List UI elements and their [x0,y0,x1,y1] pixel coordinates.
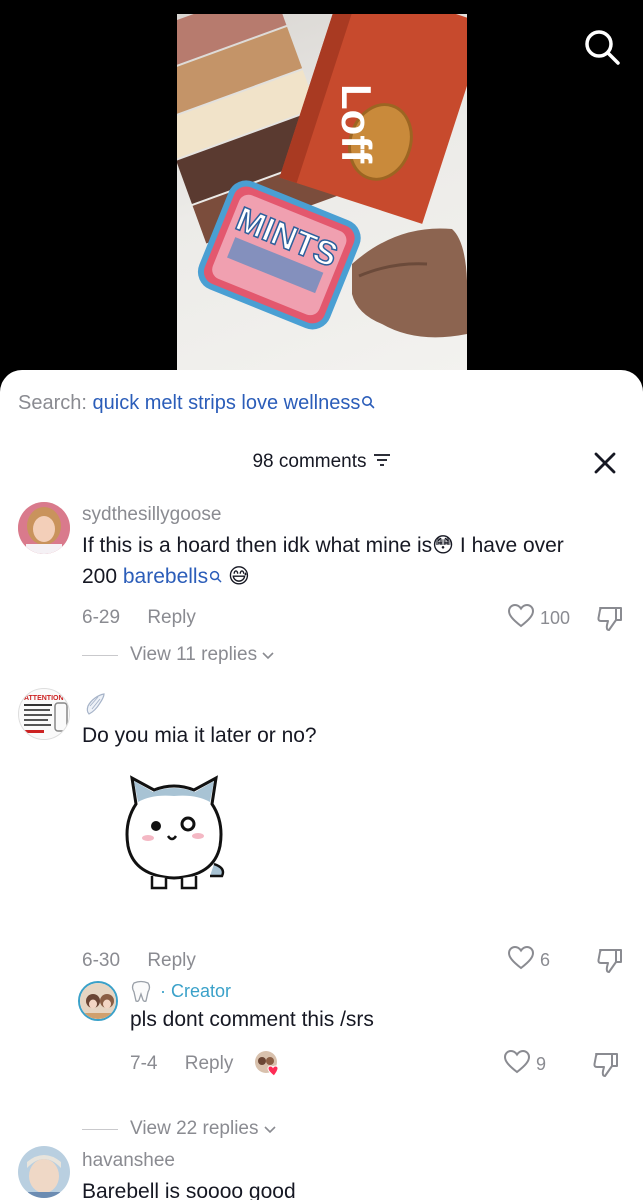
search-query-link[interactable]: quick melt strips love wellness [93,392,361,414]
video-frame[interactable]: Loff MINTS [177,14,467,374]
creator-liked-avatar [254,1050,282,1078]
comment-username[interactable]: havanshee [82,1150,175,1172]
comment-meta: 6-29 Reply [82,607,196,629]
view-replies-label: View 22 replies [130,1118,259,1139]
comment-date: 6-30 [82,950,121,971]
reply-meta: 7-4 Reply [130,1053,233,1075]
comment-username[interactable]: sydthesillygoose [82,504,221,526]
reply-button[interactable]: Reply [147,950,196,971]
search-icon [361,392,375,415]
like-button[interactable]: 6 [507,945,551,975]
search-mention-link[interactable]: barebells [123,565,208,588]
heart-icon [503,1049,531,1079]
angel-wing-icon [84,692,106,721]
search-suggestion[interactable]: Search: quick melt strips love wellness [18,392,375,415]
comment-count: 98 comments [252,451,367,472]
package-text-1: Loff [333,84,380,164]
search-prefix: Search: [18,392,87,414]
like-button[interactable]: 9 [503,1049,547,1079]
like-count: 6 [540,950,551,970]
divider [82,1128,118,1130]
avatar[interactable]: ATTENTION [18,688,70,740]
comment-meta: 6-30 Reply [82,950,196,972]
chevron-down-icon [261,644,275,666]
dislike-icon[interactable] [592,1050,620,1078]
dislike-icon[interactable] [596,946,624,974]
divider [82,654,118,656]
reply-date: 7-4 [130,1053,158,1074]
search-icon [209,561,222,592]
reply-button[interactable]: Reply [185,1053,234,1074]
avatar[interactable] [18,502,70,554]
comment-text-part: I have over [454,534,564,557]
close-icon[interactable] [592,450,618,476]
avatar[interactable] [78,981,118,1021]
heart-icon [507,945,535,975]
like-count: 100 [540,608,571,628]
comment-text: If this is a hoard then idk what mine is… [82,530,627,592]
sticker-image[interactable] [118,764,230,894]
dislike-icon[interactable] [596,604,624,632]
view-replies-button[interactable]: View 11 replies [82,644,275,666]
flushed-emoji: 😳 [432,534,455,557]
sweat-smile-emoji: 😅 [227,565,250,588]
comment-date: 6-29 [82,607,121,628]
reply-button[interactable]: Reply [147,607,196,628]
comment-text: Do you mia it later or no? [82,724,317,747]
video-thumbnail: Loff MINTS [177,14,467,338]
heart-icon [507,603,535,633]
view-replies-label: View 11 replies [130,644,258,665]
filter-icon [373,451,391,473]
comment-text-part: 200 [82,565,123,588]
reply-item: · Creator pls dont comment this /srs 7-4… [0,978,643,1108]
video-player[interactable]: Loff MINTS [0,0,643,390]
comment-text-part: If this is a hoard then idk what mine is [82,534,433,557]
like-count: 9 [536,1054,547,1074]
creator-badge: · Creator [160,981,232,1001]
like-button[interactable]: 100 [507,603,571,633]
comment-text: Barebell is soooo good [82,1180,296,1200]
comments-header: 98 comments [0,448,643,478]
sort-comments-button[interactable]: 98 comments [252,451,390,473]
avatar[interactable] [18,1146,70,1198]
comments-sheet: Search: quick melt strips love wellness … [0,370,643,1200]
chevron-down-icon [263,1118,277,1140]
search-icon[interactable] [582,27,622,67]
tooth-icon [130,980,152,1009]
view-replies-button[interactable]: View 22 replies [82,1118,277,1140]
avatar-text: ATTENTION [24,695,64,702]
reply-text: pls dont comment this /srs [130,1008,374,1031]
